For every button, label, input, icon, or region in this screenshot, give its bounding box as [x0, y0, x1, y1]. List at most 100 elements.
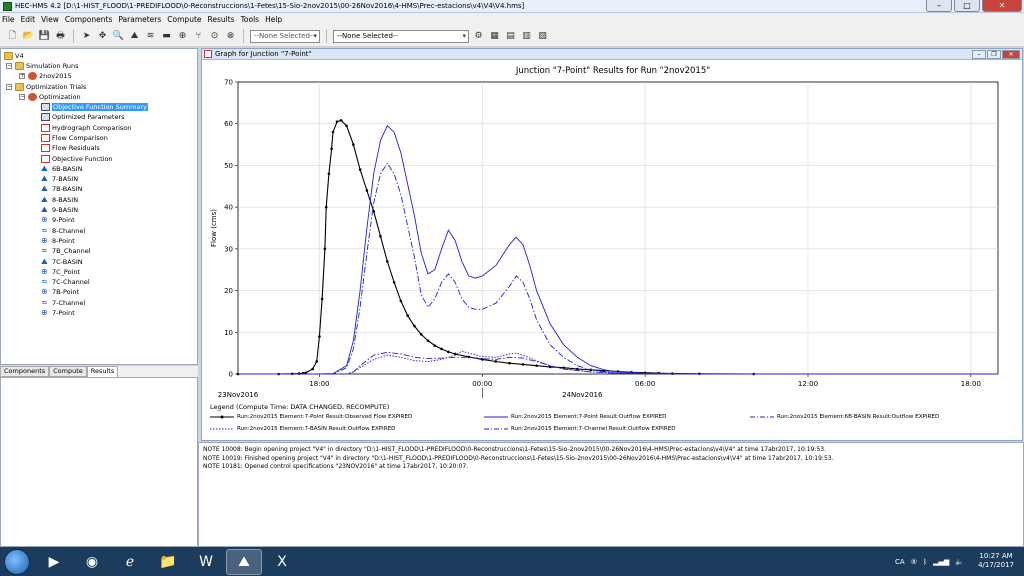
menu-help[interactable]: Help [265, 15, 282, 24]
bluetooth-icon[interactable]: ᛒ [923, 558, 927, 566]
tree-run-2nov2015[interactable]: 2nov2015 [28, 71, 72, 81]
tree-item[interactable]: ⛰ 9-BASIN [41, 205, 78, 215]
minimize-button[interactable]: – [926, 0, 952, 12]
basin-icon: ⛰ [41, 163, 48, 173]
legend-label: Run:2nov2015 Element:7-Point Result:Outf… [511, 414, 667, 420]
zoom-icon[interactable]: 🔍 [112, 30, 125, 43]
tree-simulation-runs[interactable]: Simulation Runs [15, 61, 79, 71]
tree-item-label: Optimized Parameters [52, 113, 125, 122]
element-select-combo[interactable]: --None Selected-- [333, 29, 469, 43]
language-indicator[interactable]: CA [895, 558, 905, 566]
tree-item[interactable]: Optimized Parameters [41, 112, 125, 122]
tree-root[interactable]: V4 [4, 51, 24, 61]
menu-file[interactable]: File [2, 15, 15, 24]
menu-components[interactable]: Components [65, 15, 112, 24]
file-explorer-icon[interactable]: 📁 [150, 549, 186, 575]
arrow-pointer-icon[interactable]: ➤ [80, 30, 93, 43]
tree-item[interactable]: ≈7B_Channel [41, 246, 91, 256]
time-series-table-icon[interactable]: ▥ [520, 30, 533, 43]
tree-item[interactable]: Hydrograph Comparison [41, 123, 131, 133]
internet-explorer-icon[interactable]: ℯ [112, 549, 148, 575]
legend-entry: Run:2nov2015 Element:7-Point Result:Obse… [210, 414, 412, 420]
observed-point [324, 205, 328, 209]
observed-point [413, 324, 416, 328]
sink-tool-icon[interactable]: ⊗ [224, 30, 237, 43]
app-icon [3, 1, 12, 11]
reservoir-tool-icon[interactable]: ▬ [160, 30, 173, 43]
legend-label: Run:2nov2015 Element:7-Point Result:Obse… [237, 414, 413, 420]
tree-item[interactable]: ⊕ 7-Point [41, 308, 75, 318]
x-date-label: 24Nov2016 [562, 391, 603, 399]
compute-icon[interactable]: ⚙ [472, 30, 485, 43]
tree-item[interactable]: ⊕ 7C_Point [41, 267, 80, 277]
tree-item[interactable]: ⊕ 8-Point [41, 236, 75, 246]
observed-point [315, 360, 319, 363]
tree-item[interactable]: Flow Comparison [41, 133, 108, 143]
tree-item[interactable]: ⛰ 7-BASIN [41, 174, 78, 184]
tree-item[interactable]: Flow Residuals [41, 143, 100, 153]
move-icon[interactable]: ✥ [96, 30, 109, 43]
observed-point [433, 344, 437, 347]
menu-tools[interactable]: Tools [241, 15, 259, 24]
basin-icon: ⛰ [41, 256, 48, 266]
global-summary-icon[interactable]: ▧ [536, 30, 549, 43]
y-tick-label: 70 [224, 79, 233, 87]
clock[interactable]: 10:27 AM 4/17/2017 [978, 552, 1014, 570]
collapse-toggle[interactable]: − [6, 63, 12, 69]
menu-view[interactable]: View [41, 15, 59, 24]
reach-tool-icon[interactable]: ≋ [144, 30, 157, 43]
results-graph-icon[interactable]: ▦ [488, 30, 501, 43]
menu-edit[interactable]: Edit [21, 15, 36, 24]
maximize-button[interactable]: □ [954, 0, 980, 12]
print-icon[interactable]: 🖶 [54, 30, 67, 43]
tree-item[interactable]: ≈7C-Channel [41, 277, 90, 287]
tree-item[interactable]: ≈7-Channel [41, 298, 85, 308]
word-icon[interactable]: W [188, 549, 224, 575]
volume-icon[interactable]: 🔈 [955, 558, 964, 566]
tab-components[interactable]: Components [0, 366, 50, 377]
collapse-toggle[interactable]: − [6, 84, 12, 90]
tree-item[interactable]: Objective Function [41, 154, 113, 164]
tree-item[interactable]: ⊕ 7B-Point [41, 287, 79, 297]
tree-item[interactable]: ≈8-Channel [41, 226, 85, 236]
tab-results[interactable]: Results [86, 366, 119, 377]
save-icon[interactable]: 💾 [38, 30, 51, 43]
menu-compute[interactable]: Compute [167, 15, 201, 24]
collapse-toggle[interactable]: − [19, 94, 25, 100]
tray-app-icon[interactable]: ⑨ [911, 558, 917, 566]
tree-optimization-trials[interactable]: Optimization Trials [15, 82, 86, 92]
tree-item[interactable]: ⛰ 8-BASIN [41, 195, 78, 205]
observed-point [320, 297, 324, 301]
diversion-tool-icon[interactable]: ⑂ [192, 30, 205, 43]
excel-icon[interactable]: X [264, 549, 300, 575]
tree-item[interactable]: ⛰ 6B-BASIN [41, 164, 83, 174]
close-button[interactable]: ✕ [982, 0, 1022, 12]
start-button[interactable] [4, 548, 30, 575]
hydrograph-chart: 0 10 20 30 40 50 60 70 18:00 00:00 06:00 12:00 18:00… [210, 79, 999, 399]
summary-table-icon[interactable]: ▤ [504, 30, 517, 43]
tree-item[interactable]: ⊕ 9-Point [41, 215, 75, 225]
menu-results[interactable]: Results [208, 15, 235, 24]
observed-point [379, 235, 382, 238]
chrome-icon[interactable]: ◉ [74, 549, 110, 575]
open-folder-icon[interactable]: 📂 [22, 30, 35, 43]
run-select-combo[interactable]: --None Selected-- [250, 29, 320, 43]
tab-compute[interactable]: Compute [49, 366, 87, 377]
tree-item[interactable]: ⛰ 7B-BASIN [41, 184, 83, 194]
x-tick-label: 00:00 [472, 380, 492, 388]
observed-point [406, 314, 409, 317]
hec-hms-icon[interactable]: ⛰ [226, 548, 262, 575]
expand-toggle[interactable]: + [19, 73, 25, 79]
junction-tool-icon[interactable]: ⊕ [176, 30, 189, 43]
legend-entry: Run:2nov2015 Element:7-Point Result:Outf… [484, 414, 666, 420]
new-file-icon[interactable]: 🗋 [6, 30, 19, 43]
tree-optimization[interactable]: Optimization [28, 92, 81, 102]
tree-item[interactable]: ⛰ 7C-BASIN [41, 257, 83, 267]
source-tool-icon[interactable]: ⊙ [208, 30, 221, 43]
menu-parameters[interactable]: Parameters [118, 15, 161, 24]
media-player-icon[interactable]: ▶ [36, 549, 72, 575]
basin-tool-icon[interactable]: ⛰ [128, 30, 141, 43]
log-message: NOTE 10008: Begin opening project "V4" i… [203, 446, 826, 453]
tree-item[interactable]: Objective Function Summary [41, 102, 149, 112]
network-icon[interactable]: ▂▄▆ [933, 558, 949, 566]
